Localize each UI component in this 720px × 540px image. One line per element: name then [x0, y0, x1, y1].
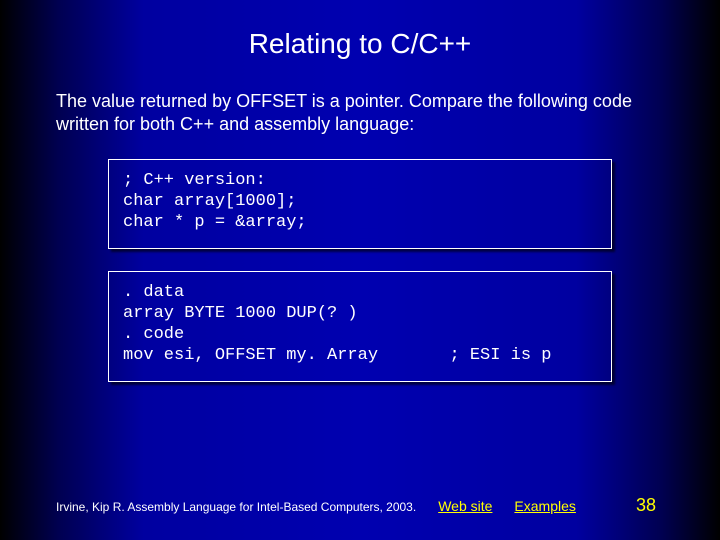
- link-examples[interactable]: Examples: [514, 498, 575, 514]
- footer-credit: Irvine, Kip R. Assembly Language for Int…: [56, 500, 416, 514]
- slide-title: Relating to C/C++: [0, 0, 720, 90]
- code-box-asm: . data array BYTE 1000 DUP(? ) . code mo…: [108, 271, 612, 382]
- page-number: 38: [636, 495, 656, 516]
- code-box-cpp: ; C++ version: char array[1000]; char * …: [108, 159, 612, 249]
- footer: Irvine, Kip R. Assembly Language for Int…: [0, 495, 720, 516]
- link-website[interactable]: Web site: [438, 498, 492, 514]
- slide-body-text: The value returned by OFFSET is a pointe…: [0, 90, 720, 137]
